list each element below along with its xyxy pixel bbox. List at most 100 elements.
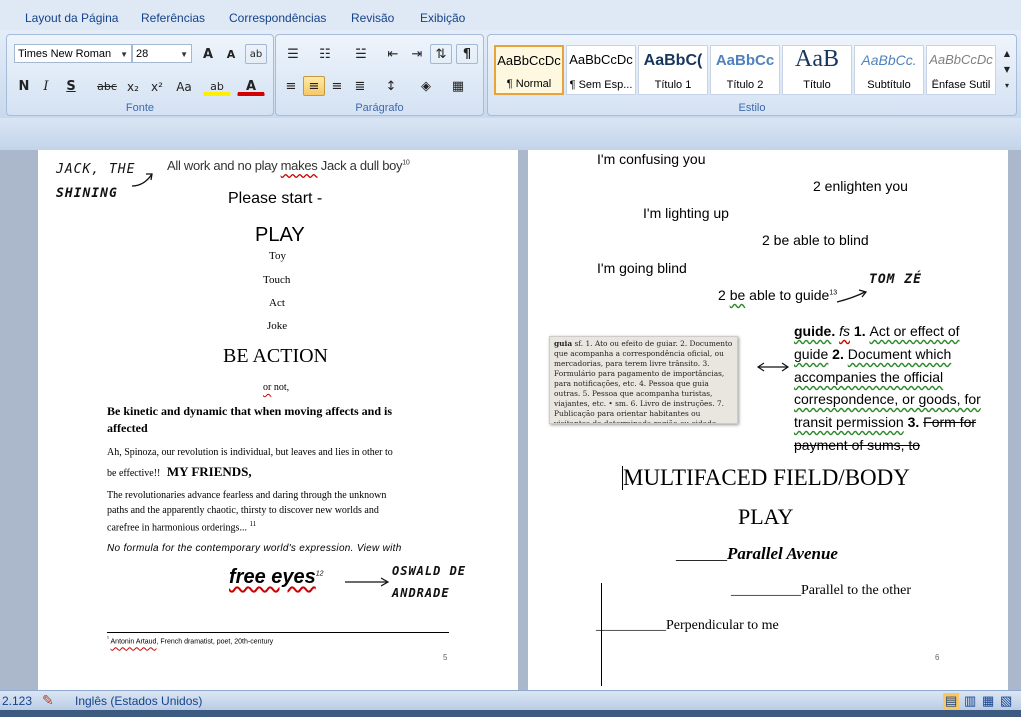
change-case-button[interactable]: Aa [170,76,198,96]
line-spacing-icon[interactable]: ↕ [376,76,406,96]
handwritten-note-jack: JACK, THE [56,162,136,177]
tab-references[interactable]: Referências [141,11,205,25]
style-normal[interactable]: AaBbCcDc ¶ Normal [494,45,564,95]
styles-group: AaBbCcDc ¶ Normal AaBbCcDc ¶ Sem Esp... Aa… [487,34,1017,116]
style-heading1[interactable]: AaBbC( Título 1 [638,45,708,95]
style-sample: AaBbC( [643,52,703,69]
footnote-ref: 12 [315,570,324,578]
dictionary-headword: guia [554,339,573,348]
align-right-icon[interactable]: ≡ [326,76,348,96]
underline-button[interactable]: S [59,76,83,96]
footnote-name: Antonin Artaud [110,638,157,646]
spelling-word: makes [280,158,318,173]
style-sample: AaBbCcDc [929,52,993,67]
definition-text: transit permission [794,414,904,430]
strikethrough-button[interactable]: abc [94,76,120,96]
free-eyes-text: free eyes [229,566,316,588]
line-blind: 2 be able to blind [762,232,869,248]
my-friends: MY FRIENDS, [166,464,252,479]
arrow-icon [131,173,153,187]
increase-indent-icon[interactable]: ⇥ [406,44,428,64]
decrease-indent-icon[interactable]: ⇤ [382,44,404,64]
revolution-end: carefree in harmonious orderings... [107,522,247,534]
style-name: Título 1 [654,79,692,91]
arrow-icon [836,289,868,303]
or-not-rest: not, [271,382,290,393]
status-language[interactable]: Inglês (Estados Unidos) [75,694,202,708]
highlight-button[interactable]: ab [203,76,231,96]
grow-font-button[interactable]: A [197,44,219,64]
definition-line-4: correspondence, or goods, for [794,391,981,407]
style-name: Título 2 [726,79,764,91]
print-layout-icon[interactable]: ▤ [943,693,960,709]
revolution-line-3: carefree in harmonious orderings... 11 [107,520,256,533]
subscript-button[interactable]: x₂ [122,76,144,96]
line-lighting: I'm lighting up [643,205,729,221]
numbering-icon[interactable]: ☷ [312,44,338,64]
spelling-check-icon[interactable]: ✎ [42,692,54,709]
font-group-label: Fonte [125,102,155,114]
full-screen-icon[interactable]: ▥ [964,693,976,709]
shading-icon[interactable]: ◈ [412,76,440,96]
show-marks-button[interactable]: ¶ [456,44,478,64]
bold-button[interactable]: N [14,76,34,96]
outline-icon[interactable]: ▧ [1000,693,1012,709]
parallel-other-line: __________Parallel to the other [731,583,911,599]
line-all-work: All work and no play makes Jack a dull b… [167,158,410,173]
page-5[interactable]: JACK, THE SHINING All work and no play m… [38,150,518,690]
footnote-ref: 11 [249,520,257,528]
clear-format-button[interactable]: ab [245,44,267,64]
superscript-button[interactable]: x² [146,76,168,96]
handwritten-note-shining: SHINING [56,186,118,201]
font-name-combo[interactable]: Times New Roman ▼ [14,44,132,63]
line-all-work-text: All work and no play [167,158,281,173]
tab-review[interactable]: Revisão [351,11,394,25]
revolution-line-1: The revolutionaries advance fearless and… [107,490,387,501]
style-heading2[interactable]: AaBbCc Título 2 [710,45,780,95]
style-name: Subtítulo [867,79,911,91]
tab-mailings[interactable]: Correspondências [229,11,326,25]
kinetic-line-1: Be kinetic and dynamic that when moving … [107,404,393,418]
or-not: or not, [263,382,289,393]
font-color-button[interactable]: A [237,76,265,96]
borders-icon[interactable]: ▦ [444,76,472,96]
definition-line-1: guide. fs 1. Act or effect of [794,323,960,339]
perpendicular-line: __________Perpendicular to me [596,618,779,634]
font-size-value: 28 [136,48,149,60]
tab-page-layout[interactable]: Layout da Página [25,11,118,25]
style-no-spacing[interactable]: AaBbCcDc ¶ Sem Esp... [566,45,636,95]
web-layout-icon[interactable]: ▦ [982,693,994,709]
blank-line: __________ [731,583,801,598]
multilevel-list-icon[interactable]: ☱ [346,44,376,64]
italic-button[interactable]: I [36,76,56,96]
style-subtle-emphasis[interactable]: AaBbCcDc Ênfase Sutil [926,45,996,95]
style-name: Título [803,79,831,91]
page-6[interactable]: I'm confusing you 2 enlighten you I'm li… [528,150,1008,690]
tab-view[interactable]: Exibição [420,11,465,25]
parallel-avenue-line: ______Parallel Avenue [676,544,838,564]
definition-num: 2 [832,346,840,362]
font-size-combo[interactable]: 28 ▼ [132,44,192,63]
align-left-icon[interactable]: ≡ [280,76,302,96]
parallel-avenue: Parallel Avenue [727,544,838,563]
footnote: ¹ Antonin Artaud, French dramatist, poet… [107,636,273,645]
style-title[interactable]: AaB Título [782,45,852,95]
align-center-icon[interactable]: ≡ [303,76,325,96]
style-subtitle[interactable]: AaBbCc. Subtítulo [854,45,924,95]
vertical-line [601,583,602,686]
page-number: 5 [443,653,448,662]
handwritten-tom-ze: TOM ZÉ [869,272,922,287]
line-guide-start: 2 [718,287,730,303]
justify-icon[interactable]: ≣ [349,76,371,96]
line-enlighten: 2 enlighten you [813,178,908,194]
chevron-down-icon: ▼ [180,50,188,59]
styles-scroll-icon[interactable]: ▲ ▼ ▾ [1000,45,1014,95]
footnote-number: ¹ [107,636,109,642]
bullets-icon[interactable]: ☰ [280,44,306,64]
kinetic-line-2: affected [107,421,148,435]
revolution-line-2: paths and the apparently chaotic, thirst… [107,505,379,516]
sort-icon[interactable]: ⇅ [430,44,452,64]
shrink-font-button[interactable]: A [220,44,242,64]
definition-text: Act or effect of [869,323,960,339]
play-heading: PLAY [738,504,794,529]
